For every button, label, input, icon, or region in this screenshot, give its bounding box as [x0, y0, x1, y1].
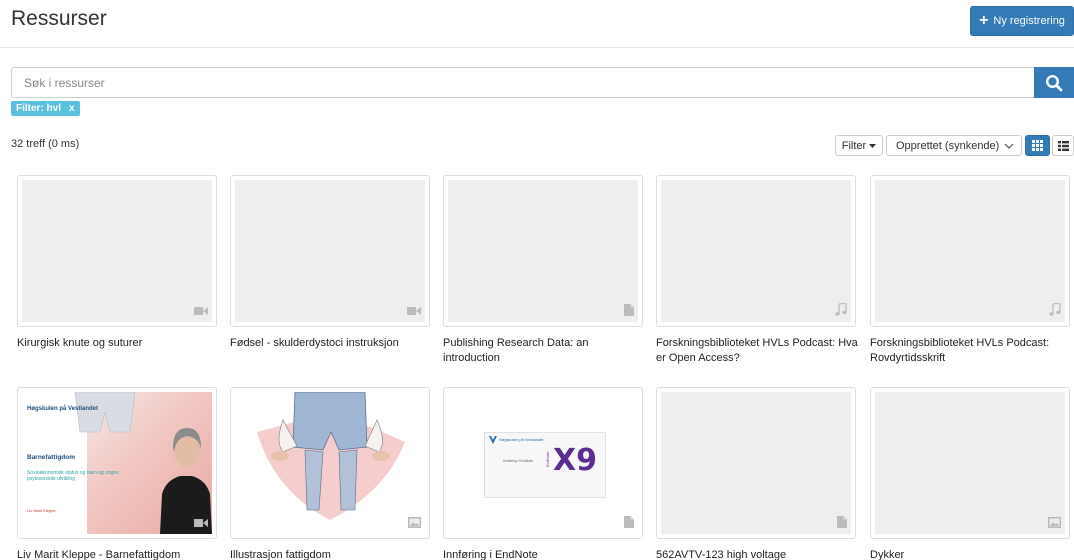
resource-thumbnail[interactable]: Høgskulen på Vestlandet Innføring i EndN…	[443, 387, 643, 539]
resource-thumbnail[interactable]	[870, 175, 1070, 327]
video-icon	[194, 307, 208, 315]
filter-dropdown[interactable]: Filter	[835, 135, 883, 156]
slide-image: Høgskulen på Vestlandet Barnefattigdom S…	[22, 392, 212, 534]
resource-thumbnail[interactable]	[656, 387, 856, 539]
new-registration-label: Ny registrering	[993, 15, 1065, 27]
resource-thumbnail[interactable]: Høgskulen på Vestlandet Barnefattigdom S…	[17, 387, 217, 539]
results-summary: 32 treff (0 ms)	[11, 138, 80, 150]
presenter-image	[160, 428, 212, 534]
lecture-slide-thumbnail: Høgskulen på Vestlandet Barnefattigdom S…	[22, 392, 212, 534]
endnote-cover: Høgskulen på Vestlandet Innføring i EndN…	[484, 432, 606, 498]
thumbnail-placeholder	[875, 180, 1065, 322]
resource-title[interactable]: Illustrasjon fattigdom	[230, 548, 435, 560]
plus-icon: +	[979, 11, 989, 29]
remove-filter-button[interactable]: x	[69, 103, 75, 114]
poverty-illustration	[257, 392, 405, 520]
endnote-subtitle: Innføring i EndNote	[503, 459, 534, 463]
thumbnail-placeholder	[661, 180, 851, 322]
sort-select[interactable]: Opprettet (synkende)	[886, 135, 1022, 156]
search-button[interactable]	[1034, 67, 1074, 98]
list-view-button[interactable]	[1052, 135, 1074, 156]
search-input[interactable]	[11, 67, 1034, 98]
sort-select-label: Opprettet (synkende)	[896, 139, 1000, 152]
resource-title[interactable]: 562AVTV-123 high voltage	[656, 548, 861, 560]
resource-thumbnail[interactable]	[230, 387, 430, 539]
resource-thumbnail[interactable]	[870, 387, 1070, 539]
resource-title[interactable]: Forskningsbiblioteket HVLs Podcast: Hva …	[656, 336, 861, 366]
document-icon	[837, 516, 847, 528]
resource-title[interactable]: Dykker	[870, 548, 1074, 560]
thumbnail-placeholder	[448, 180, 638, 322]
slide-subtitle: Sosioøkonomisk status og barn og unges p…	[27, 470, 119, 482]
new-registration-button[interactable]: + Ny registrering	[970, 6, 1074, 36]
endnote-version: X9	[553, 443, 598, 478]
image-icon	[408, 517, 421, 528]
active-filter-label: Filter: hvl	[16, 103, 62, 114]
search-bar	[11, 67, 1074, 98]
pants-illustration	[74, 392, 136, 433]
endnote-logo-text: Høgskulen på Vestlandet	[499, 437, 544, 442]
resource-title[interactable]: Publishing Research Data: an introductio…	[443, 336, 648, 366]
search-icon	[1045, 74, 1063, 91]
resource-thumbnail[interactable]	[443, 175, 643, 327]
music-icon	[835, 303, 847, 316]
page-header: Ressurser + Ny registrering	[0, 0, 1074, 48]
thumbnail-placeholder	[235, 180, 425, 322]
page-title: Ressurser	[11, 7, 107, 30]
document-icon	[624, 304, 634, 316]
illustration-thumbnail	[235, 392, 425, 534]
resource-thumbnail[interactable]	[656, 175, 856, 327]
thumbnail-placeholder	[661, 392, 851, 534]
endnote-brand: EndNote	[545, 451, 550, 467]
video-icon	[407, 307, 421, 315]
thumbnail-placeholder	[875, 392, 1065, 534]
filter-dropdown-label: Filter	[841, 139, 867, 152]
resource-thumbnail[interactable]	[17, 175, 217, 327]
resource-thumbnail[interactable]	[230, 175, 430, 327]
resource-title[interactable]: Liv Marit Kleppe - Barnefattigdom	[17, 548, 222, 560]
thumbnail-placeholder	[22, 180, 212, 322]
resource-title[interactable]: Innføring i EndNote	[443, 548, 648, 560]
endnote-thumbnail: Høgskulen på Vestlandet Innføring i EndN…	[448, 392, 638, 534]
active-filter-tag: Filter: hvl x	[11, 101, 80, 116]
grid-icon	[1032, 140, 1043, 151]
image-icon	[1048, 517, 1061, 528]
video-icon	[194, 519, 208, 527]
list-icon	[1057, 140, 1069, 151]
resource-title[interactable]: Forskningsbiblioteket HVLs Podcast: Rovd…	[870, 336, 1074, 366]
slide-author: Liv Marit Kleppe	[27, 508, 56, 513]
hvl-logo-icon	[489, 436, 497, 444]
music-icon	[1049, 303, 1061, 316]
slide-heading: Barnefattigdom	[27, 454, 76, 461]
caret-down-icon	[869, 143, 877, 148]
grid-view-button[interactable]	[1025, 135, 1050, 156]
resource-title[interactable]: Kirurgisk knute og suturer	[17, 336, 222, 351]
document-icon	[624, 516, 634, 528]
slide-logo: Høgskulen på Vestlandet	[27, 406, 99, 412]
resource-title[interactable]: Fødsel - skulderdystoci instruksjon	[230, 336, 435, 351]
chevron-down-icon	[1004, 143, 1014, 149]
